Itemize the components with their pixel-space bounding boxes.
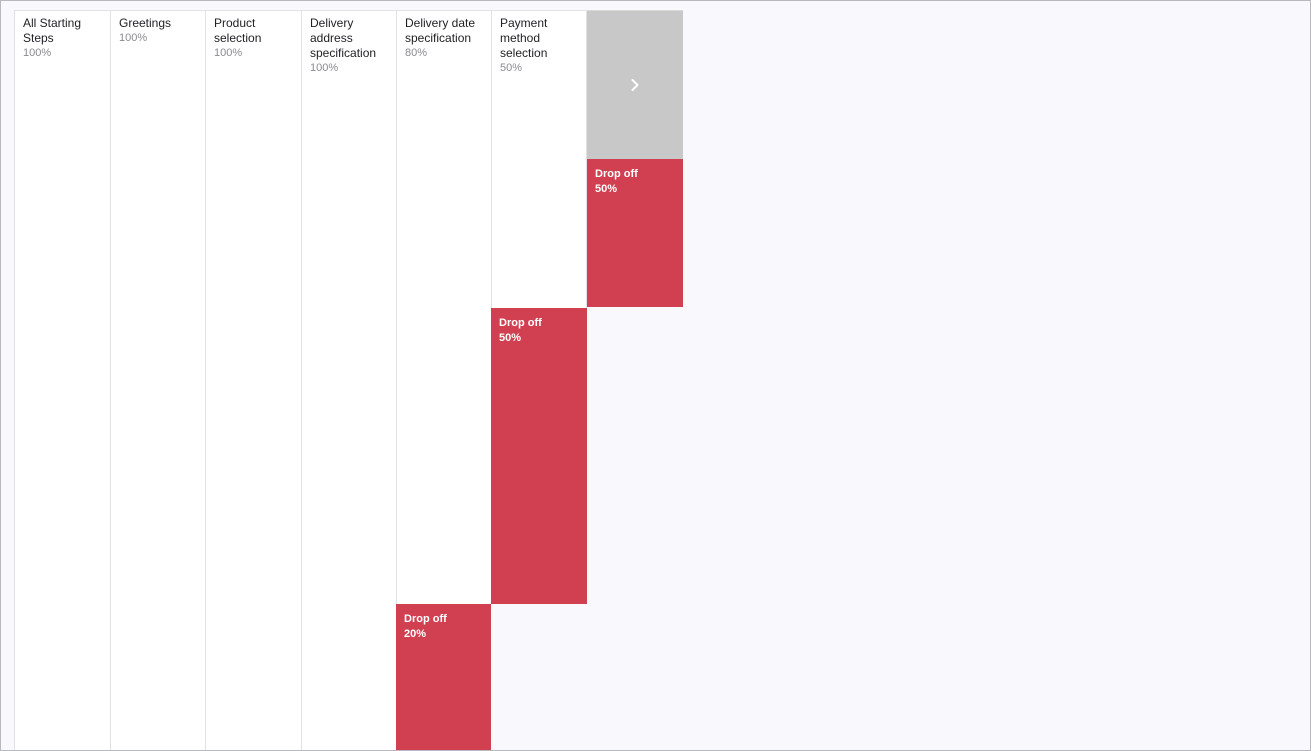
step-column-payment-method-selection[interactable]: Payment method selection 50%: [491, 10, 587, 308]
step-column-delivery-address-specification[interactable]: Delivery address specification 100%: [301, 10, 396, 750]
step-name: Delivery date specification: [405, 16, 476, 45]
funnel-window: All Starting Steps 100% Greetings 100% P…: [0, 0, 1311, 751]
step-header: All Starting Steps 100%: [23, 16, 104, 61]
step-column-greetings[interactable]: Greetings 100%: [110, 10, 205, 750]
dropoff-label: Drop off 50%: [595, 167, 638, 197]
step-percent: 100%: [119, 32, 148, 44]
step-header: Delivery address specification 100%: [310, 16, 390, 76]
step-name: Delivery address specification: [310, 16, 377, 60]
step-header: Product selection 100%: [214, 16, 295, 61]
chevron-right-icon: [631, 79, 639, 91]
next-step-button[interactable]: [587, 10, 683, 159]
step-percent: 100%: [23, 47, 52, 59]
dropoff-label: Drop off 50%: [499, 316, 542, 346]
dropoff-percent: 20%: [404, 628, 427, 640]
step-name: Product selection: [214, 16, 262, 45]
dropoff-title: Drop off: [595, 168, 638, 180]
step-column-delivery-date-specification[interactable]: Delivery date specification 80%: [396, 10, 491, 604]
step-percent: 100%: [214, 47, 243, 59]
step-name: Payment method selection: [500, 16, 548, 60]
dropoff-block-payment-method[interactable]: Drop off 50%: [587, 159, 683, 307]
step-header: Delivery date specification 80%: [405, 16, 485, 61]
step-column-product-selection[interactable]: Product selection 100%: [205, 10, 301, 750]
step-percent: 80%: [405, 47, 428, 59]
dropoff-percent: 50%: [499, 332, 522, 344]
dropoff-title: Drop off: [404, 613, 447, 625]
funnel-chart: All Starting Steps 100% Greetings 100% P…: [14, 10, 683, 750]
step-name: All Starting Steps: [23, 16, 82, 45]
step-percent: 50%: [500, 62, 523, 74]
step-percent: 100%: [310, 62, 339, 74]
step-name: Greetings: [119, 16, 172, 30]
step-header: Greetings 100%: [119, 16, 199, 46]
dropoff-percent: 50%: [595, 183, 618, 195]
dropoff-block-delivery-address[interactable]: Drop off 20%: [396, 604, 491, 750]
dropoff-title: Drop off: [499, 317, 542, 329]
dropoff-label: Drop off 20%: [404, 612, 447, 642]
step-column-all-starting-steps[interactable]: All Starting Steps 100%: [14, 10, 110, 750]
step-header: Payment method selection 50%: [500, 16, 580, 76]
dropoff-block-delivery-date[interactable]: Drop off 50%: [491, 308, 587, 604]
